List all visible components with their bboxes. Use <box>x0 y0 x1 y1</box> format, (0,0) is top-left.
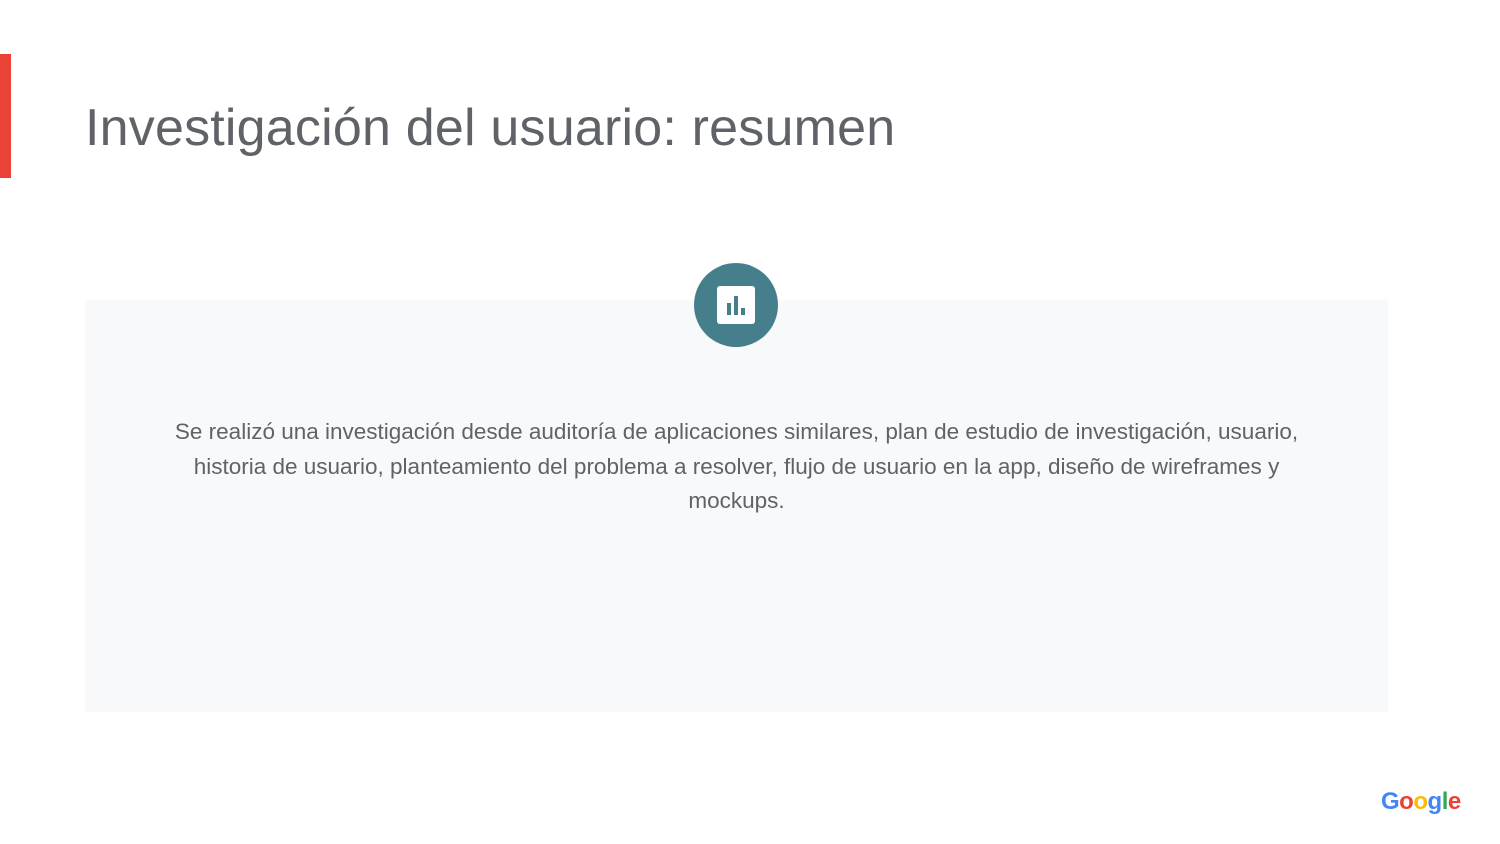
google-logo: Google <box>1381 788 1461 815</box>
accent-bar <box>0 54 11 178</box>
slide-title: Investigación del usuario: resumen <box>85 99 896 157</box>
slide: Investigación del usuario: resumen Se re… <box>0 0 1500 844</box>
summary-text: Se realizó una investigación desde audit… <box>174 419 1299 513</box>
bar-chart-icon <box>694 263 778 347</box>
